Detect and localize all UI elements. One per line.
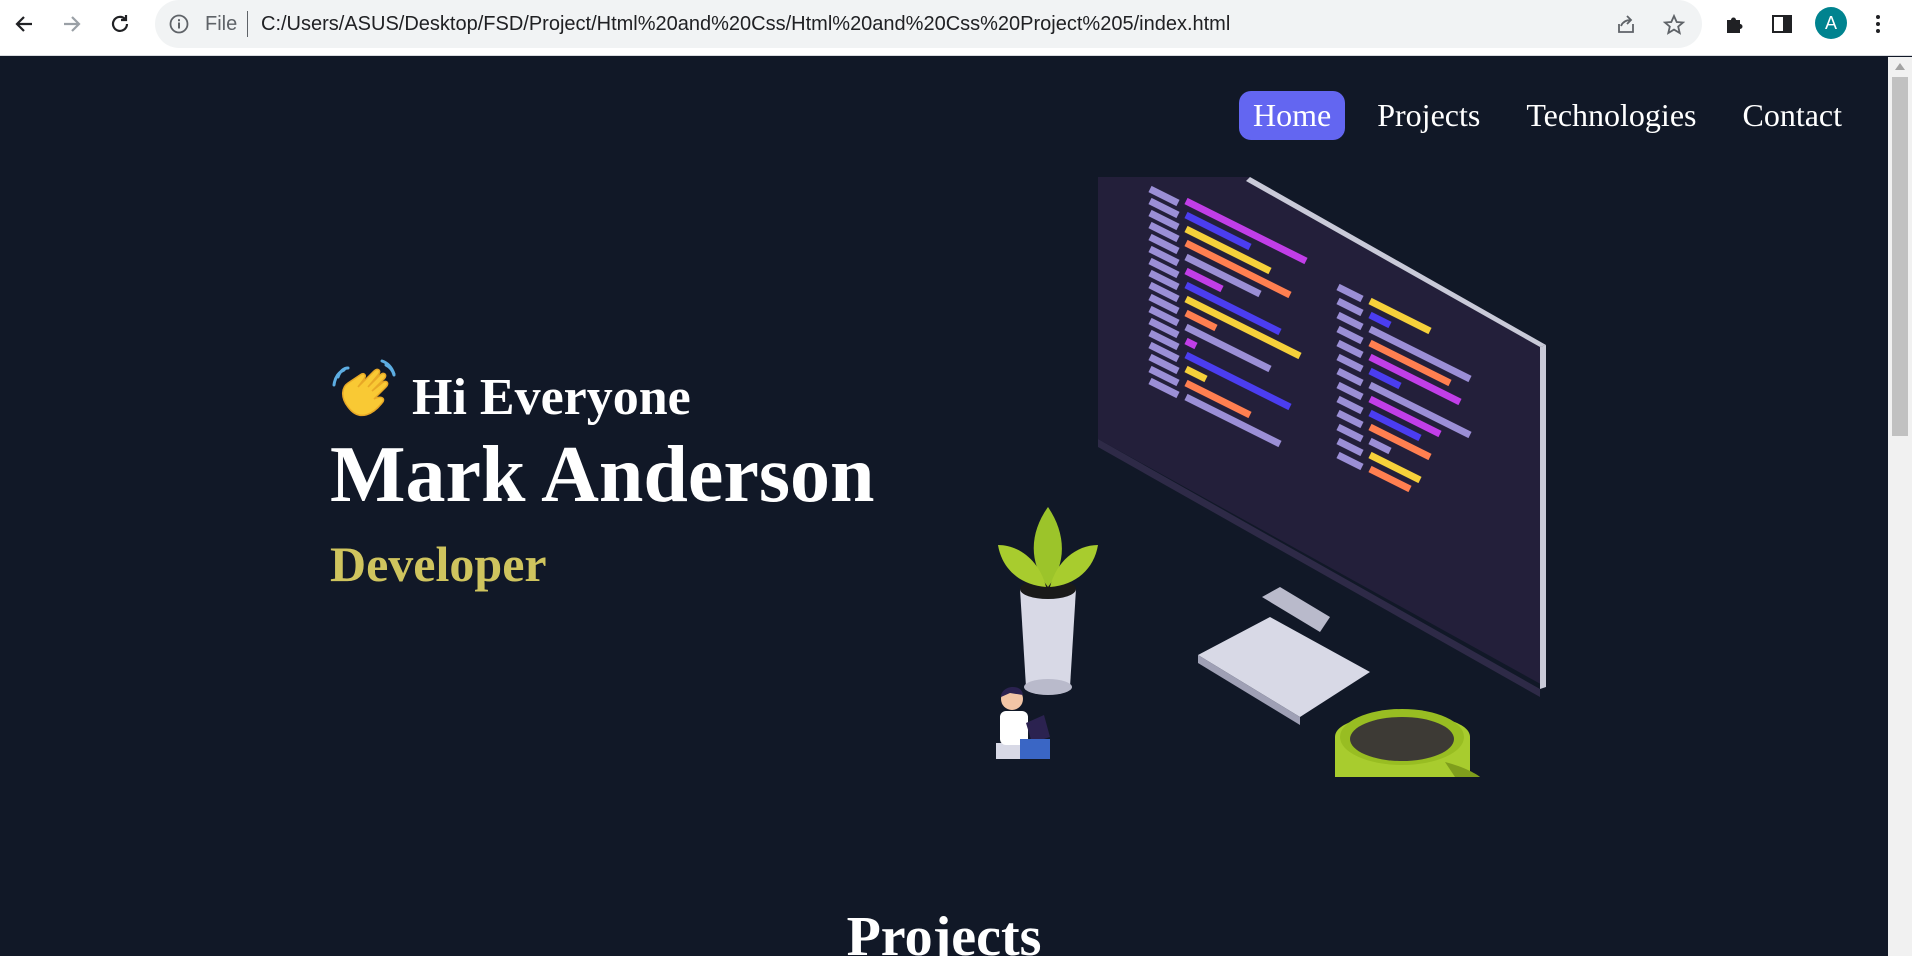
hero-intro: Hi Everyone Mark Anderson Developer [330, 357, 875, 593]
developer-desk-illustration [996, 177, 1546, 777]
greeting-line: Hi Everyone [330, 357, 875, 427]
coffee-mug-illustration [1335, 709, 1480, 777]
menu-button[interactable] [1862, 8, 1894, 40]
nav-link-contact[interactable]: Contact [1728, 91, 1856, 140]
side-panel-icon [1772, 15, 1792, 33]
nav-link-home[interactable]: Home [1239, 91, 1346, 140]
nav-link-projects[interactable]: Projects [1363, 91, 1494, 140]
browser-toolbar: File C:/Users/ASUS/Desktop/FSD/Project/H… [0, 0, 1912, 56]
puzzle-icon [1727, 17, 1743, 33]
kebab-menu-icon [1876, 15, 1880, 33]
nav-link-technologies[interactable]: Technologies [1512, 91, 1710, 140]
waving-hand-icon [332, 359, 396, 417]
scrollbar-thumb[interactable] [1892, 77, 1908, 436]
star-icon [1663, 14, 1685, 35]
url-text[interactable]: C:/Users/ASUS/Desktop/FSD/Project/Html%2… [261, 13, 1230, 36]
forward-button[interactable] [56, 8, 88, 40]
reload-icon [111, 15, 129, 32]
site-navigation: Home Projects Technologies Contact [1239, 91, 1856, 140]
address-divider [247, 11, 248, 37]
share-icon [1618, 15, 1634, 33]
back-button[interactable] [8, 8, 40, 40]
profile-avatar[interactable]: A [1815, 7, 1847, 39]
info-icon[interactable] [169, 14, 189, 34]
scroll-up-arrow-icon[interactable] [1895, 63, 1905, 70]
back-arrow-icon [15, 16, 32, 32]
scheme-label: File [205, 13, 238, 35]
page-scrollbar[interactable] [1888, 57, 1912, 956]
extensions-button[interactable] [1719, 8, 1751, 40]
hero-name: Mark Anderson [330, 431, 875, 519]
bookmark-button[interactable] [1661, 12, 1687, 38]
greeting-text: Hi Everyone [412, 369, 691, 426]
side-panel-button[interactable] [1766, 8, 1798, 40]
potted-plant-illustration [998, 507, 1098, 695]
reload-button[interactable] [104, 8, 136, 40]
monitor-stand-illustration [1198, 587, 1370, 725]
address-bar[interactable]: File C:/Users/ASUS/Desktop/FSD/Project/H… [155, 0, 1702, 48]
projects-section-title: Projects [846, 906, 1042, 956]
share-button[interactable] [1613, 12, 1639, 38]
web-page: Home Projects Technologies Contact Hi Ev… [0, 57, 1888, 956]
forward-arrow-icon [64, 16, 81, 32]
person-with-laptop-illustration [996, 686, 1050, 759]
hero-role: Developer [330, 536, 547, 592]
